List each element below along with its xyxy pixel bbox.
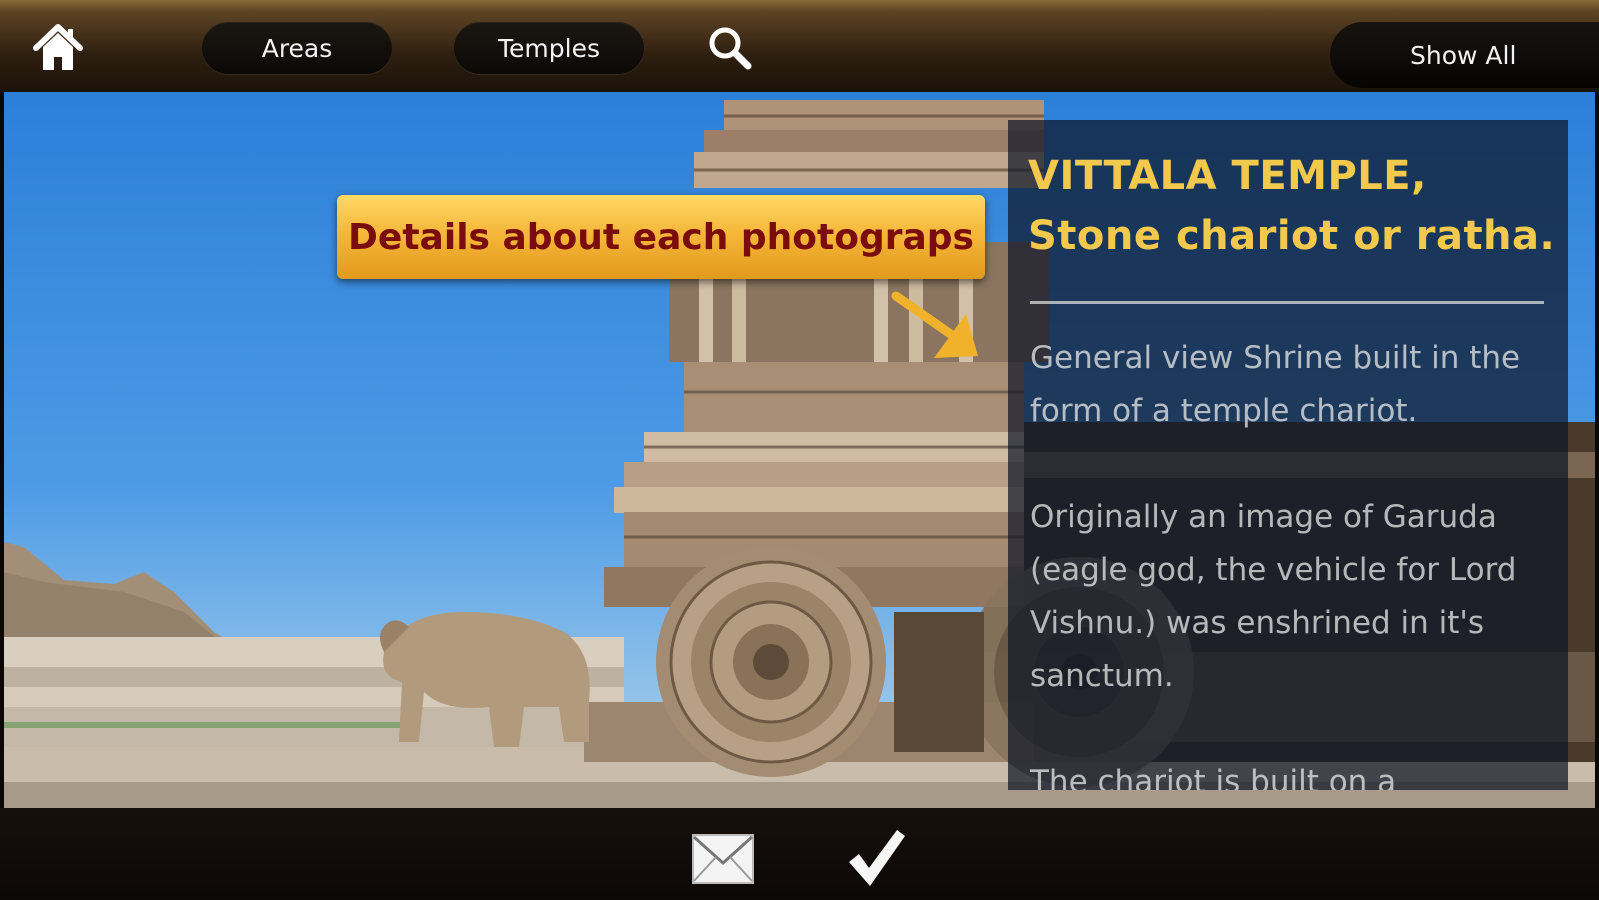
photo-title: VITTALA TEMPLE, Stone chariot or ratha. <box>1028 146 1558 266</box>
title-divider <box>1030 301 1544 304</box>
checkmark-button[interactable] <box>843 824 909 890</box>
areas-button-label: Areas <box>261 33 333 63</box>
search-icon <box>709 27 752 70</box>
bottom-toolbar <box>0 808 1599 900</box>
home-button[interactable] <box>30 20 86 76</box>
top-toolbar: Areas Temples Show All <box>0 0 1599 94</box>
app-root: Areas Temples Show All VITTALA TEMPLE, S… <box>0 0 1599 900</box>
feature-callout-text: Details about each photograps <box>348 216 974 258</box>
temples-button-label: Temples <box>498 33 600 63</box>
mail-icon <box>692 834 754 884</box>
description-paragraph-2: Originally an image of Garuda (eagle god… <box>1030 499 1517 694</box>
show-all-button[interactable]: Show All <box>1330 22 1599 88</box>
checkmark-icon <box>849 830 905 886</box>
photo-description: General view Shrine built in the form of… <box>1030 332 1550 790</box>
mail-button[interactable] <box>690 830 756 888</box>
feature-callout: Details about each photograps <box>337 195 985 279</box>
areas-button[interactable]: Areas <box>202 22 392 74</box>
temples-button[interactable]: Temples <box>454 22 644 74</box>
description-paragraph-1: General view Shrine built in the form of… <box>1030 340 1521 429</box>
show-all-label: Show All <box>1410 40 1517 70</box>
photo-title-line1: VITTALA TEMPLE, <box>1028 153 1427 199</box>
photo-title-line2: Stone chariot or ratha. <box>1028 213 1556 259</box>
photo-info-panel: VITTALA TEMPLE, Stone chariot or ratha. … <box>1008 120 1568 790</box>
callout-arrow-icon <box>891 291 978 358</box>
home-icon <box>33 24 83 70</box>
search-button[interactable] <box>702 20 758 76</box>
description-paragraph-3: The chariot is built on a <box>1030 764 1397 790</box>
